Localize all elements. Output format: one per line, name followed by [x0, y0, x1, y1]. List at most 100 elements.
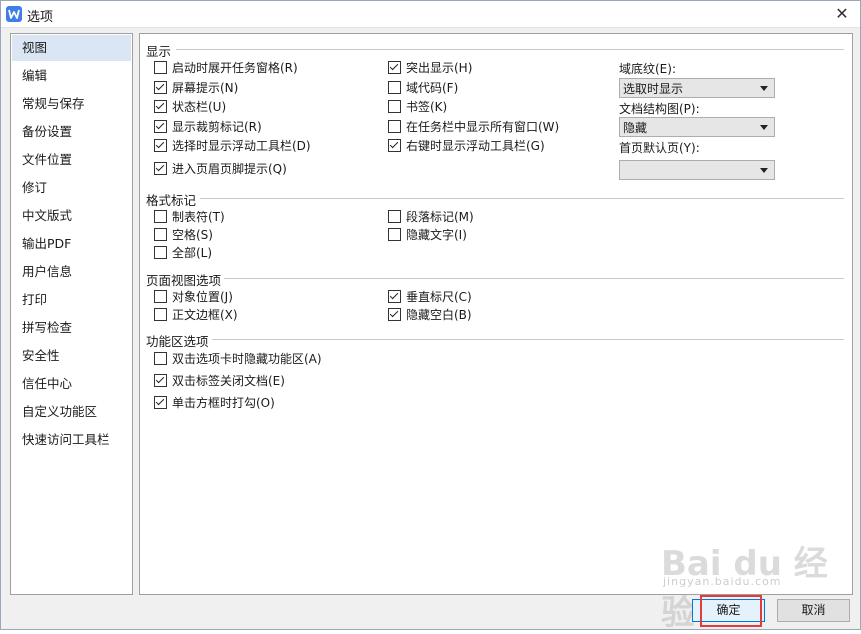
field-shading-label: 域底纹(E):: [619, 62, 676, 76]
checkbox-box[interactable]: [388, 308, 401, 321]
checkbox-label: 正文边框(X): [172, 308, 238, 322]
sidebar-item-label: 自定义功能区: [22, 404, 98, 419]
checkbox-box[interactable]: [154, 374, 167, 387]
sidebar-item-spell-check[interactable]: 拼写检查: [11, 314, 132, 342]
ok-button[interactable]: 确定: [692, 599, 765, 622]
checkbox-box[interactable]: [154, 139, 167, 152]
checkbox-hide-whitespace[interactable]: 隐藏空白(B): [388, 307, 472, 323]
checkbox-box[interactable]: [154, 228, 167, 241]
sidebar-item-print[interactable]: 打印: [11, 286, 132, 314]
chevron-down-icon: [760, 86, 768, 91]
checkbox-label: 双击标签关闭文档(E): [172, 374, 285, 388]
sidebar-item-view[interactable]: 视图: [12, 35, 131, 61]
checkbox-box[interactable]: [154, 290, 167, 303]
checkbox-bookmarks[interactable]: 书签(K): [388, 99, 447, 115]
checkbox-box[interactable]: [154, 162, 167, 175]
checkbox-label: 右键时显示浮动工具栏(G): [406, 139, 545, 153]
field-shading-select[interactable]: 选取时显示: [619, 78, 775, 98]
checkbox-dblclick-hide-ribbon[interactable]: 双击选项卡时隐藏功能区(A): [154, 351, 322, 367]
checkbox-box[interactable]: [154, 352, 167, 365]
checkbox-box[interactable]: [154, 61, 167, 74]
checkbox-floating-toolbar-select[interactable]: 选择时显示浮动工具栏(D): [154, 138, 311, 154]
section-divider: [176, 49, 844, 50]
checkbox-highlight[interactable]: 突出显示(H): [388, 60, 472, 76]
checkbox-object-position[interactable]: 对象位置(J): [154, 289, 233, 305]
checkbox-box[interactable]: [388, 210, 401, 223]
checkbox-box[interactable]: [388, 61, 401, 74]
doc-map-select[interactable]: 隐藏: [619, 117, 775, 137]
checkbox-text-boundaries[interactable]: 正文边框(X): [154, 307, 238, 323]
sidebar-item-security[interactable]: 安全性: [11, 342, 132, 370]
first-page-select[interactable]: [619, 160, 775, 180]
sidebar-item-edit[interactable]: 编辑: [11, 62, 132, 90]
checkbox-box[interactable]: [154, 81, 167, 94]
sidebar-item-revision[interactable]: 修订: [11, 174, 132, 202]
checkbox-box[interactable]: [154, 308, 167, 321]
sidebar-item-quick-access[interactable]: 快速访问工具栏: [11, 426, 132, 454]
checkbox-box[interactable]: [154, 120, 167, 133]
checkbox-label: 段落标记(M): [406, 210, 474, 224]
checkbox-label: 垂直标尺(C): [406, 290, 472, 304]
checkbox-label: 全部(L): [172, 246, 213, 260]
sidebar-item-file-location[interactable]: 文件位置: [11, 146, 132, 174]
sidebar-item-label: 安全性: [22, 348, 60, 363]
sidebar-item-label: 打印: [22, 292, 48, 307]
sidebar-item-export-pdf[interactable]: 输出PDF: [11, 230, 132, 258]
checkbox-screen-tips[interactable]: 屏幕提示(N): [154, 80, 238, 96]
sidebar-item-label: 快速访问工具栏: [22, 432, 110, 447]
checkbox-label: 状态栏(U): [172, 100, 227, 114]
checkbox-hidden-text[interactable]: 隐藏文字(I): [388, 227, 467, 243]
checkbox-paragraph-marks[interactable]: 段落标记(M): [388, 209, 474, 225]
checkbox-spaces[interactable]: 空格(S): [154, 227, 213, 243]
cancel-button[interactable]: 取消: [777, 599, 850, 622]
checkbox-label: 隐藏空白(B): [406, 308, 472, 322]
sidebar-item-chinese-layout[interactable]: 中文版式: [11, 202, 132, 230]
checkbox-label: 隐藏文字(I): [406, 228, 467, 242]
checkbox-box[interactable]: [388, 81, 401, 94]
checkbox-expand-taskpane[interactable]: 启动时展开任务窗格(R): [154, 60, 298, 76]
checkbox-all-windows-taskbar[interactable]: 在任务栏中显示所有窗口(W): [388, 119, 559, 135]
checkbox-label: 进入页眉页脚提示(Q): [172, 162, 287, 176]
sidebar-item-label: 视图: [22, 40, 48, 55]
sidebar-item-trust-center[interactable]: 信任中心: [11, 370, 132, 398]
checkbox-box[interactable]: [154, 210, 167, 223]
checkbox-status-bar[interactable]: 状态栏(U): [154, 99, 226, 115]
wps-writer-icon: [6, 6, 22, 22]
checkbox-box[interactable]: [154, 246, 167, 259]
section-title-ribbon: 功能区选项: [146, 334, 209, 349]
sidebar-item-label: 中文版式: [22, 208, 73, 223]
section-divider: [224, 278, 844, 279]
sidebar-item-label: 编辑: [22, 68, 48, 83]
checkbox-box[interactable]: [388, 139, 401, 152]
sidebar-item-backup[interactable]: 备份设置: [11, 118, 132, 146]
checkbox-tab-chars[interactable]: 制表符(T): [154, 209, 225, 225]
sidebar-item-general-save[interactable]: 常规与保存: [11, 90, 132, 118]
checkbox-box[interactable]: [154, 100, 167, 113]
checkbox-floating-toolbar-rightclick[interactable]: 右键时显示浮动工具栏(G): [388, 138, 545, 154]
checkbox-vertical-ruler[interactable]: 垂直标尺(C): [388, 289, 472, 305]
checkbox-box[interactable]: [388, 100, 401, 113]
section-title-page-view: 页面视图选项: [146, 273, 222, 288]
checkbox-label: 显示裁剪标记(R): [172, 120, 262, 134]
checkbox-click-box-tick[interactable]: 单击方框时打勾(O): [154, 395, 275, 411]
sidebar-item-customize-ribbon[interactable]: 自定义功能区: [11, 398, 132, 426]
section-title-format-marks: 格式标记: [146, 193, 197, 208]
checkbox-label: 单击方框时打勾(O): [172, 396, 275, 410]
checkbox-box[interactable]: [154, 396, 167, 409]
checkbox-box[interactable]: [388, 120, 401, 133]
close-icon[interactable]: ✕: [832, 4, 852, 24]
checkbox-box[interactable]: [388, 228, 401, 241]
checkbox-label: 对象位置(J): [172, 290, 233, 304]
chevron-down-icon: [760, 168, 768, 173]
checkbox-label: 屏幕提示(N): [172, 81, 239, 95]
first-page-label: 首页默认页(Y):: [619, 141, 700, 155]
section-title-display: 显示: [146, 44, 172, 59]
checkbox-label: 启动时展开任务窗格(R): [172, 61, 298, 75]
sidebar-item-user-info[interactable]: 用户信息: [11, 258, 132, 286]
checkbox-box[interactable]: [388, 290, 401, 303]
checkbox-header-footer-tip[interactable]: 进入页眉页脚提示(Q): [154, 161, 287, 177]
checkbox-all-marks[interactable]: 全部(L): [154, 245, 212, 261]
checkbox-crop-marks[interactable]: 显示裁剪标记(R): [154, 119, 262, 135]
checkbox-field-codes[interactable]: 域代码(F): [388, 80, 458, 96]
checkbox-dblclick-close-doc[interactable]: 双击标签关闭文档(E): [154, 373, 285, 389]
